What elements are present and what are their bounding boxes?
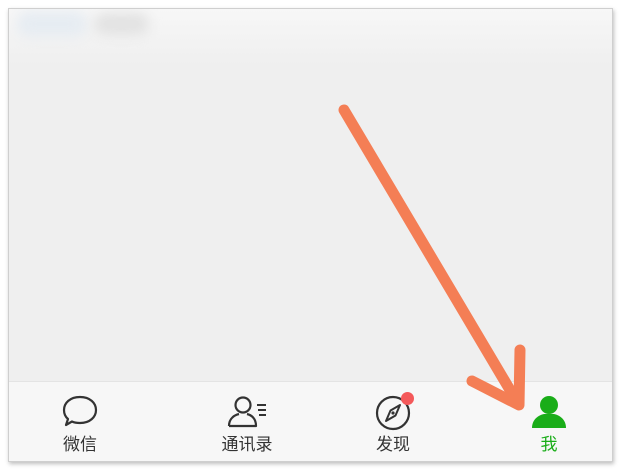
blurred-title [94, 13, 149, 35]
compass-icon [371, 392, 415, 432]
notification-dot [401, 392, 414, 405]
chat-bubble-icon [58, 392, 102, 432]
person-icon [527, 392, 571, 432]
tab-contacts[interactable]: 通讯录 [187, 382, 307, 461]
tab-discover-label: 发现 [376, 435, 410, 455]
tab-me[interactable]: 我 [489, 382, 609, 461]
phone-screenshot-frame: 微信 通讯录 发现 我 [8, 8, 613, 462]
blurred-header [9, 9, 612, 65]
bottom-tab-bar: 微信 通讯录 发现 我 [9, 381, 612, 461]
contacts-icon [225, 392, 269, 432]
tab-me-label: 我 [540, 435, 558, 455]
tab-contacts-label: 通讯录 [221, 435, 273, 455]
tab-chats-label: 微信 [63, 435, 97, 455]
main-content-area [9, 65, 612, 382]
tab-chats[interactable]: 微信 [20, 382, 140, 461]
tab-discover[interactable]: 发现 [333, 382, 453, 461]
blurred-avatar [17, 11, 87, 37]
